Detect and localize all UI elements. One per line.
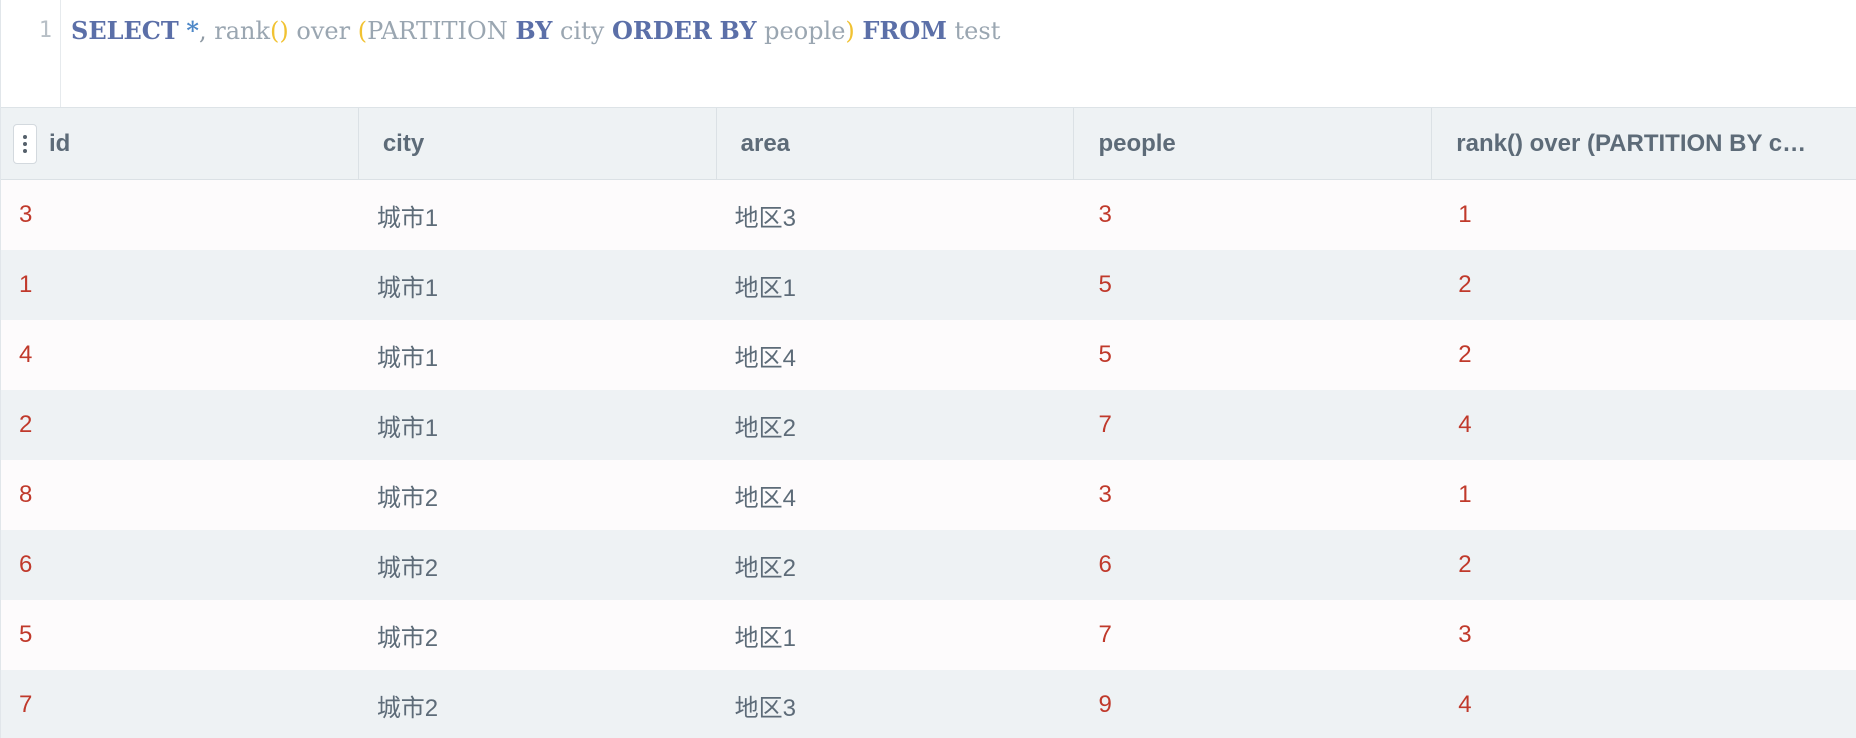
cell-id[interactable]: 8 xyxy=(1,460,359,530)
query-result-window: 1 SELECT *, rank() over (PARTITION BY ci… xyxy=(0,0,1856,738)
table-row[interactable]: 2 城市1 地区2 7 4 xyxy=(1,390,1856,460)
column-header-city[interactable]: city xyxy=(359,108,717,180)
column-header-rank[interactable]: rank() over (PARTITION BY c… xyxy=(1432,108,1856,180)
punctuation-comma: , xyxy=(198,17,207,45)
cell-id[interactable]: 4 xyxy=(1,320,359,390)
cell-rank[interactable]: 2 xyxy=(1432,530,1856,600)
cell-area[interactable]: 地区4 xyxy=(717,460,1075,530)
keyword-order: ORDER xyxy=(611,16,712,45)
cell-area[interactable]: 地区1 xyxy=(717,600,1075,670)
table-row[interactable]: 5 城市2 地区1 7 3 xyxy=(1,600,1856,670)
line-number: 1 xyxy=(38,18,52,43)
keyword-select: SELECT xyxy=(71,16,179,45)
cell-area[interactable]: 地区3 xyxy=(717,180,1075,250)
cell-people[interactable]: 7 xyxy=(1074,390,1432,460)
cell-people[interactable]: 9 xyxy=(1074,670,1432,738)
cell-area[interactable]: 地区4 xyxy=(717,320,1075,390)
cell-people[interactable]: 5 xyxy=(1074,250,1432,320)
identifier-people: people xyxy=(764,17,846,45)
cell-id[interactable]: 5 xyxy=(1,600,359,670)
table-row[interactable]: 6 城市2 地区2 6 2 xyxy=(1,530,1856,600)
column-header-area[interactable]: area xyxy=(717,108,1075,180)
paren-open: ( xyxy=(357,17,368,45)
column-header-label: id xyxy=(49,130,71,157)
cell-area[interactable]: 地区2 xyxy=(717,390,1075,460)
cell-people[interactable]: 3 xyxy=(1074,180,1432,250)
cell-id[interactable]: 7 xyxy=(1,670,359,738)
cell-city[interactable]: 城市1 xyxy=(359,180,717,250)
keyword-from: FROM xyxy=(862,16,947,45)
cell-rank[interactable]: 2 xyxy=(1432,250,1856,320)
table-row[interactable]: 3 城市1 地区3 3 1 xyxy=(1,180,1856,250)
column-header-label: area xyxy=(740,130,791,157)
function-rank: rank xyxy=(214,17,271,45)
keyword-by: BY xyxy=(515,16,553,45)
operator-star: * xyxy=(186,16,199,45)
table-row[interactable]: 1 城市1 地区1 5 2 xyxy=(1,250,1856,320)
cell-people[interactable]: 3 xyxy=(1074,460,1432,530)
cell-city[interactable]: 城市1 xyxy=(359,250,717,320)
table-row[interactable]: 4 城市1 地区4 5 2 xyxy=(1,320,1856,390)
cell-city[interactable]: 城市1 xyxy=(359,320,717,390)
cell-city[interactable]: 城市1 xyxy=(359,390,717,460)
paren-close: ) xyxy=(845,17,855,45)
column-header-label: rank() over (PARTITION BY c… xyxy=(1456,130,1807,157)
cell-people[interactable]: 6 xyxy=(1074,530,1432,600)
paren-open: ( xyxy=(270,17,280,45)
cell-rank[interactable]: 4 xyxy=(1432,390,1856,460)
cell-rank[interactable]: 1 xyxy=(1432,180,1856,250)
grid-header: id city area people rank() over (PARTITI… xyxy=(1,108,1856,180)
result-grid: id city area people rank() over (PARTITI… xyxy=(1,108,1856,738)
cell-city[interactable]: 城市2 xyxy=(359,460,717,530)
cell-area[interactable]: 地区1 xyxy=(717,250,1075,320)
cell-area[interactable]: 地区2 xyxy=(717,530,1075,600)
table-row[interactable]: 8 城市2 地区4 3 1 xyxy=(1,460,1856,530)
paren-close: ) xyxy=(279,17,289,45)
identifier-table: test xyxy=(954,17,1001,45)
column-header-id[interactable]: id xyxy=(1,108,359,180)
cell-rank[interactable]: 4 xyxy=(1432,670,1856,738)
cell-rank[interactable]: 3 xyxy=(1432,600,1856,670)
keyword-over: over xyxy=(296,17,351,45)
cell-people[interactable]: 7 xyxy=(1074,600,1432,670)
cell-id[interactable]: 2 xyxy=(1,390,359,460)
cell-rank[interactable]: 1 xyxy=(1432,460,1856,530)
cell-city[interactable]: 城市2 xyxy=(359,670,717,738)
cell-city[interactable]: 城市2 xyxy=(359,530,717,600)
sql-code-line[interactable]: SELECT *, rank() over (PARTITION BY city… xyxy=(61,0,1000,107)
table-row[interactable]: 7 城市2 地区3 9 4 xyxy=(1,670,1856,738)
keyword-partition: PARTITION xyxy=(367,17,508,45)
grid-body: 3 城市1 地区3 3 1 1 城市1 地区1 5 2 4 城市1 地区4 5 2 2 城市1 地区2 7 4 8 城市2… xyxy=(1,180,1856,738)
sql-editor[interactable]: 1 SELECT *, rank() over (PARTITION BY ci… xyxy=(1,0,1856,108)
cell-rank[interactable]: 2 xyxy=(1432,320,1856,390)
line-number-gutter: 1 xyxy=(1,0,61,107)
cell-id[interactable]: 6 xyxy=(1,530,359,600)
identifier-city: city xyxy=(559,17,605,45)
keyword-by: BY xyxy=(719,16,757,45)
column-header-label: city xyxy=(382,130,425,157)
column-header-label: people xyxy=(1098,130,1176,157)
column-header-people[interactable]: people xyxy=(1074,108,1433,180)
cell-id[interactable]: 1 xyxy=(1,250,359,320)
cell-people[interactable]: 5 xyxy=(1074,320,1432,390)
cell-area[interactable]: 地区3 xyxy=(717,670,1075,738)
cell-city[interactable]: 城市2 xyxy=(359,600,717,670)
column-menu-icon[interactable] xyxy=(13,124,37,164)
cell-id[interactable]: 3 xyxy=(1,180,359,250)
